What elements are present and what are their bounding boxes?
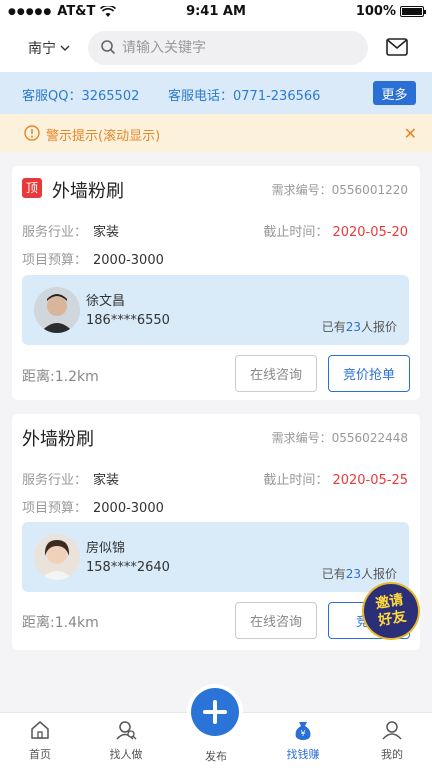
distance: 距离:1.4km (22, 615, 99, 631)
plus-icon (203, 700, 227, 724)
money-bag-icon: ¥ (295, 722, 311, 740)
search-input[interactable] (122, 40, 342, 56)
battery-percent: 100% (355, 4, 396, 19)
tab-home[interactable]: 首页 (10, 719, 70, 762)
battery-icon (400, 6, 426, 17)
search-bar[interactable] (88, 31, 368, 65)
client-name: 徐文昌 (86, 294, 126, 309)
service-qq[interactable]: 客服QQ：3265502 (22, 85, 139, 104)
city-label: 南宁 (28, 41, 56, 57)
project-budget: 项目预算： 2000-3000 (22, 501, 164, 516)
publish-label: 发布 (205, 750, 227, 763)
request-number: 需求编号：0556001220 (271, 183, 408, 197)
avatar (34, 534, 80, 580)
tab-find-person[interactable]: 找人做 (96, 719, 156, 762)
avatar (34, 287, 80, 333)
status-bar: ●●●●● AT&T 9:41 AM 100% (0, 0, 432, 24)
service-phone[interactable]: 客服电话：0771-236566 (168, 85, 320, 104)
listing-card[interactable]: 顶 外墙粉刷 需求编号：0556001220 服务行业： 家装 截止时间： 2020… (12, 166, 420, 400)
tab-profile[interactable]: 我的 (362, 719, 422, 762)
svg-text:¥: ¥ (300, 729, 305, 738)
project-budget: 项目预算： 2000-3000 (22, 253, 164, 268)
client-info[interactable]: 徐文昌 186****6550 已有23人报价 (22, 275, 409, 345)
deadline: 截止时间： 2020-05-25 (263, 473, 408, 488)
client-name: 房似锦 (86, 541, 126, 556)
client-info[interactable]: 房似锦 158****2640 已有23人报价 (22, 522, 409, 592)
quote-count: 已有23人报价 (321, 567, 397, 581)
more-button[interactable]: 更多 (373, 81, 416, 105)
tab-earn-money[interactable]: ¥ 找钱赚 (273, 719, 333, 762)
search-icon (101, 40, 116, 55)
client-phone: 158****2640 (86, 560, 170, 575)
deadline: 截止时间： 2020-05-20 (263, 225, 408, 240)
request-number: 需求编号：0556022448 (271, 431, 408, 445)
city-selector[interactable]: 南宁 (28, 38, 70, 58)
chevron-down-icon (60, 45, 70, 51)
header: 南宁 (0, 24, 432, 72)
listing-title: 外墙粉刷 (22, 429, 94, 450)
listing-title: 外墙粉刷 (52, 181, 124, 202)
publish-button[interactable] (191, 688, 239, 736)
notice-bar: 警示提示(滚动显示) ✕ (0, 114, 432, 152)
top-badge: 顶 (22, 178, 42, 198)
distance: 距离:1.2km (22, 369, 99, 385)
quote-count: 已有23人报价 (321, 320, 397, 334)
listing-card[interactable]: 外墙粉刷 需求编号：0556022448 服务行业： 家装 截止时间： 2020-0… (12, 414, 420, 650)
mail-icon[interactable] (386, 38, 408, 56)
find-person-icon (116, 721, 137, 740)
warning-icon (24, 125, 40, 141)
notice-text: 警示提示(滚动显示) (46, 129, 161, 144)
bid-button[interactable]: 竞价抢单 (328, 355, 410, 392)
service-industry: 服务行业： 家装 (22, 225, 120, 240)
client-phone: 186****6550 (86, 313, 170, 328)
online-consult-button[interactable]: 在线咨询 (235, 355, 317, 392)
service-industry: 服务行业： 家装 (22, 473, 120, 488)
profile-icon (382, 721, 402, 740)
online-consult-button[interactable]: 在线咨询 (235, 602, 317, 639)
customer-service-bar: 客服QQ：3265502 客服电话：0771-236566 更多 (0, 72, 432, 114)
close-icon[interactable]: ✕ (404, 124, 417, 143)
home-icon (31, 721, 49, 739)
